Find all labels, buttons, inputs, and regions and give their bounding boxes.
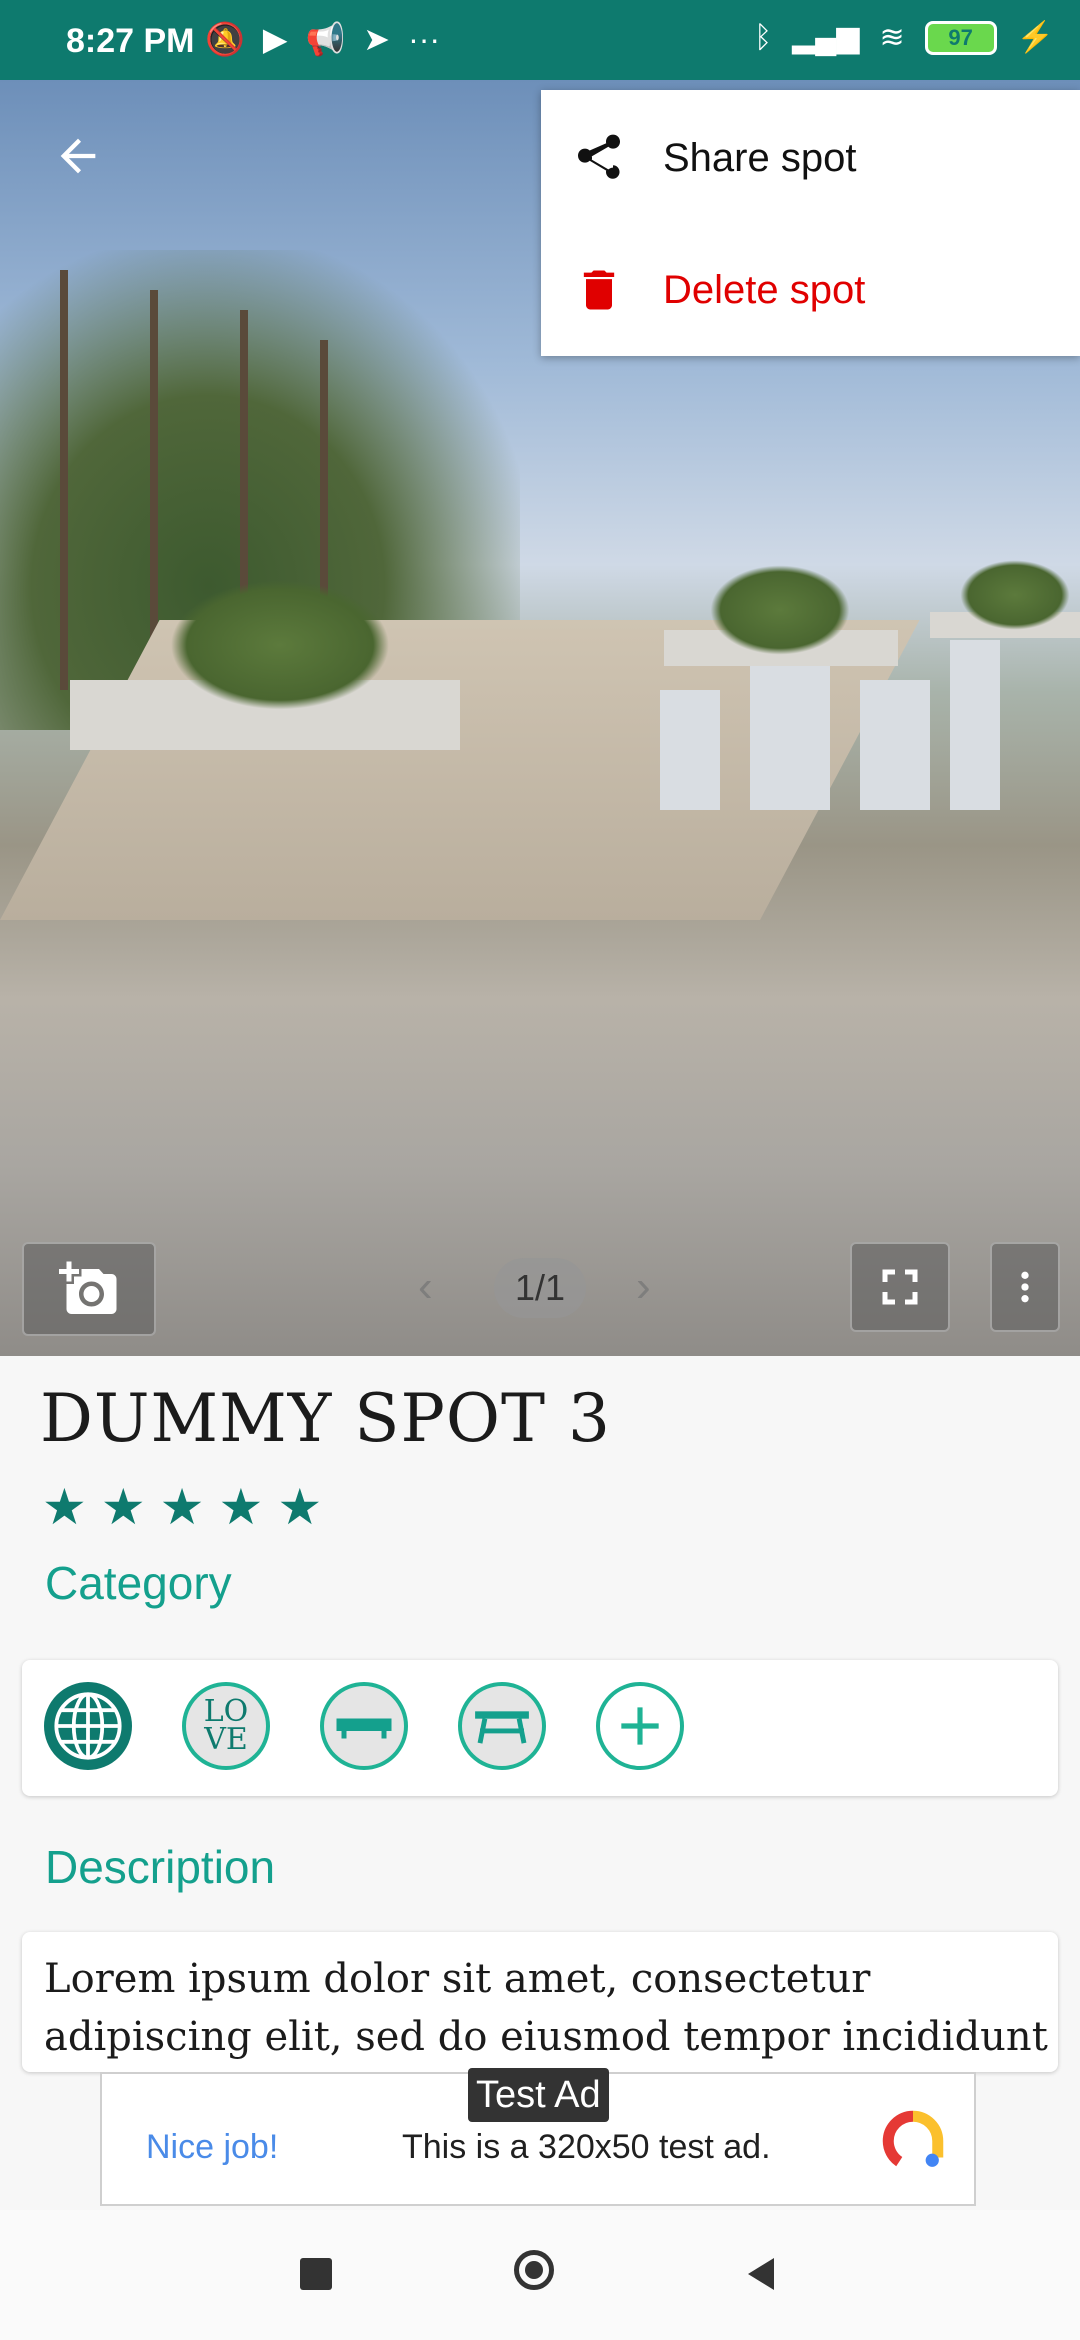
menu-item-share-label: Share spot xyxy=(663,135,857,180)
photo-shrub xyxy=(710,565,850,655)
battery-icon: 97 xyxy=(924,20,997,55)
star-icon: ★ xyxy=(100,1479,146,1535)
menu-item-share[interactable]: Share spot xyxy=(541,98,1080,218)
star-icon: ★ xyxy=(42,1479,87,1535)
more-vert-icon xyxy=(1021,1271,1029,1303)
recents-button[interactable] xyxy=(300,2258,332,2290)
photo-tree-trunk xyxy=(60,270,68,690)
add-photo-icon xyxy=(59,1261,117,1314)
arrow-back-icon xyxy=(60,138,96,174)
status-time: 8:27 PM xyxy=(66,22,195,60)
status-bar: 8:27 PM 🔕 ▶ 📢 ➤ ··· ᛒ ▂▄▆ ≋ 97 ⚡ xyxy=(0,0,1080,80)
description-text: Lorem ipsum dolor sit amet, consectetur … xyxy=(44,1956,1048,2060)
star-icon: ★ xyxy=(277,1479,323,1535)
trash-icon xyxy=(569,260,629,320)
wifi-icon: ≋ xyxy=(879,21,905,54)
menu-item-delete-label: Delete spot xyxy=(663,267,866,312)
back-nav-button[interactable] xyxy=(742,2254,778,2294)
overflow-menu: Share spot Delete spot xyxy=(541,90,1080,356)
mute-icon: 🔕 xyxy=(205,21,245,57)
share-icon xyxy=(569,128,629,188)
add-category-button[interactable] xyxy=(596,1682,684,1770)
star-icon: ★ xyxy=(218,1479,264,1535)
photo-pager: 1/1 xyxy=(494,1258,586,1318)
youtube-icon: ▶ xyxy=(262,21,288,57)
ad-banner[interactable]: Test Ad Nice job! This is a 320x50 test … xyxy=(100,2068,976,2206)
add-icon xyxy=(621,1707,659,1745)
picnic-table-icon[interactable] xyxy=(458,1682,546,1770)
send-icon: ➤ xyxy=(363,21,391,57)
spot-title: DUMMY SPOT 3 xyxy=(40,1380,611,1457)
status-left-icons: 🔕 ▶ 📢 ➤ ··· xyxy=(205,20,440,58)
more-notifications-icon: ··· xyxy=(408,20,441,57)
more-options-button[interactable] xyxy=(990,1242,1060,1332)
description-card: Lorem ipsum dolor sit amet, consectetur … xyxy=(22,1932,1058,2072)
admob-logo-icon xyxy=(882,2110,944,2167)
description-label: Description xyxy=(45,1841,276,1893)
system-nav-bar xyxy=(0,2210,1080,2340)
test-ad-badge: Test Ad xyxy=(468,2068,609,2122)
signal-icon: ▂▄▆ xyxy=(792,21,860,54)
photo-shrub xyxy=(960,560,1070,630)
bench-icon[interactable] xyxy=(320,1682,408,1770)
back-button[interactable] xyxy=(52,130,104,182)
home-button[interactable] xyxy=(514,2250,554,2290)
category-card: LO VE xyxy=(22,1660,1058,1796)
globe-icon[interactable] xyxy=(44,1682,132,1770)
bluetooth-icon: ᛒ xyxy=(754,20,773,54)
menu-item-delete[interactable]: Delete spot xyxy=(541,230,1080,350)
rating-stars: ★ ★ ★ ★ ★ xyxy=(42,1478,322,1536)
ad-headline: Nice job! xyxy=(146,2128,279,2166)
love-icon[interactable]: LO VE xyxy=(182,1682,270,1770)
fullscreen-icon xyxy=(882,1269,918,1305)
category-label: Category xyxy=(45,1557,232,1609)
megaphone-icon: 📢 xyxy=(305,21,346,57)
next-photo-button[interactable]: › xyxy=(636,1262,651,1312)
fullscreen-button[interactable] xyxy=(850,1242,950,1332)
add-photo-button[interactable] xyxy=(22,1242,156,1336)
ad-body: This is a 320x50 test ad. xyxy=(402,2128,771,2166)
charging-icon: ⚡ xyxy=(1016,21,1054,54)
star-icon: ★ xyxy=(159,1479,205,1535)
prev-photo-button[interactable]: ‹ xyxy=(418,1262,433,1312)
status-right-icons: ᛒ ▂▄▆ ≋ 97 ⚡ xyxy=(754,20,1054,55)
photo-tree-trunk xyxy=(150,290,158,670)
photo-shrub xyxy=(170,580,390,710)
